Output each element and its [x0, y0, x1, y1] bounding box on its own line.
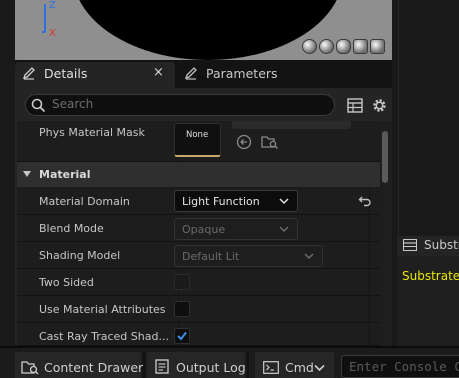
search-placeholder: Search: [52, 97, 94, 111]
material-domain-dropdown[interactable]: Light Function: [174, 190, 298, 212]
material-domain-value: Light Function: [182, 195, 260, 208]
left-strip: [0, 0, 15, 378]
preview-sphere-button[interactable]: [302, 39, 317, 54]
section-label: Material: [39, 168, 91, 181]
bottom-bar-separator: [247, 352, 249, 378]
scrollbar-thumb[interactable]: [382, 131, 388, 183]
browse-asset-icon[interactable]: [261, 134, 279, 150]
content-drawer-label: Content Drawer: [44, 360, 144, 375]
tab-details[interactable]: [15, 62, 175, 88]
use-selected-asset-icon[interactable]: [236, 134, 252, 150]
substrate-panel-title: Substr: [424, 238, 459, 252]
tab-details-label: Details: [44, 66, 88, 81]
column-divider: [369, 215, 370, 242]
pencil-icon: [184, 67, 197, 80]
property-row-use-material-attributes: Use Material Attributes: [17, 296, 380, 323]
shading-model-label: Shading Model: [39, 249, 121, 262]
terminal-icon: [263, 361, 279, 374]
asset-thumbnail-text: None: [186, 130, 209, 140]
property-row-cast-ray-traced-shadows: Cast Ray Traced Shad...: [17, 323, 380, 346]
material-preview-viewport[interactable]: Z X: [15, 0, 392, 60]
preview-cube-button[interactable]: [353, 39, 368, 54]
property-row-shading-model: Shading Model Default Lit: [17, 242, 380, 269]
output-log-label: Output Log: [176, 360, 246, 375]
asset-thumbnail[interactable]: None: [174, 123, 221, 157]
property-row-material-domain: Material Domain Light Function: [17, 188, 380, 215]
cast-ray-traced-shadows-label: Cast Ray Traced Shad...: [39, 330, 169, 343]
console-placeholder: Enter Console Co: [349, 359, 459, 374]
column-divider: [369, 269, 370, 296]
graph-grid-line: [398, 0, 399, 236]
preview-plane-button[interactable]: [336, 39, 351, 54]
blend-mode-dropdown[interactable]: Opaque: [174, 218, 298, 240]
list-icon: [403, 239, 417, 251]
preview-cylinder-button[interactable]: [319, 39, 334, 54]
shading-model-dropdown[interactable]: Default Lit: [174, 245, 323, 267]
shading-model-value: Default Lit: [182, 250, 240, 263]
phys-material-mask-label: Phys Material Mask: [39, 126, 145, 139]
output-log-icon: [155, 359, 169, 374]
gear-icon[interactable]: [371, 97, 388, 114]
chevron-down-icon: [304, 253, 314, 260]
pencil-icon: [22, 67, 35, 80]
close-tab-button[interactable]: ×: [153, 65, 164, 80]
cast-ray-traced-shadows-checkbox[interactable]: [174, 328, 190, 344]
bottom-bar-separator: [143, 352, 145, 378]
column-divider: [369, 242, 370, 269]
asset-picker-combo[interactable]: [232, 121, 351, 129]
axis-x-label: X: [49, 28, 56, 39]
cmd-label: Cmd: [285, 360, 314, 375]
column-divider: [369, 323, 370, 346]
column-divider: [369, 296, 370, 323]
two-sided-checkbox[interactable]: [174, 274, 190, 290]
axis-gizmo: Z X: [42, 0, 56, 39]
collapse-arrow-icon[interactable]: [22, 170, 32, 178]
tab-parameters[interactable]: Parameters: [206, 66, 278, 81]
chevron-down-icon: [279, 226, 289, 233]
checkmark-icon: [177, 331, 187, 341]
search-icon: [31, 98, 46, 113]
axis-z-label: Z: [49, 0, 56, 11]
property-row-phys-material-mask: Phys Material Mask None: [17, 121, 380, 162]
reset-to-default-icon[interactable]: [358, 194, 372, 208]
content-drawer-icon: [21, 361, 39, 375]
use-material-attributes-checkbox[interactable]: [174, 301, 190, 317]
blend-mode-value: Opaque: [182, 223, 226, 236]
blend-mode-label: Blend Mode: [39, 222, 104, 235]
chevron-down-icon: [279, 198, 289, 205]
material-domain-label: Material Domain: [39, 195, 130, 208]
substrate-text: Substrate: [402, 269, 459, 283]
table-view-icon[interactable]: [347, 98, 363, 113]
use-material-attributes-label: Use Material Attributes: [39, 303, 166, 316]
chevron-down-icon: [314, 364, 325, 372]
property-row-blend-mode: Blend Mode Opaque: [17, 215, 380, 242]
preview-mesh-button[interactable]: [370, 39, 385, 54]
property-row-two-sided: Two Sided: [17, 269, 380, 296]
two-sided-label: Two Sided: [39, 276, 94, 289]
